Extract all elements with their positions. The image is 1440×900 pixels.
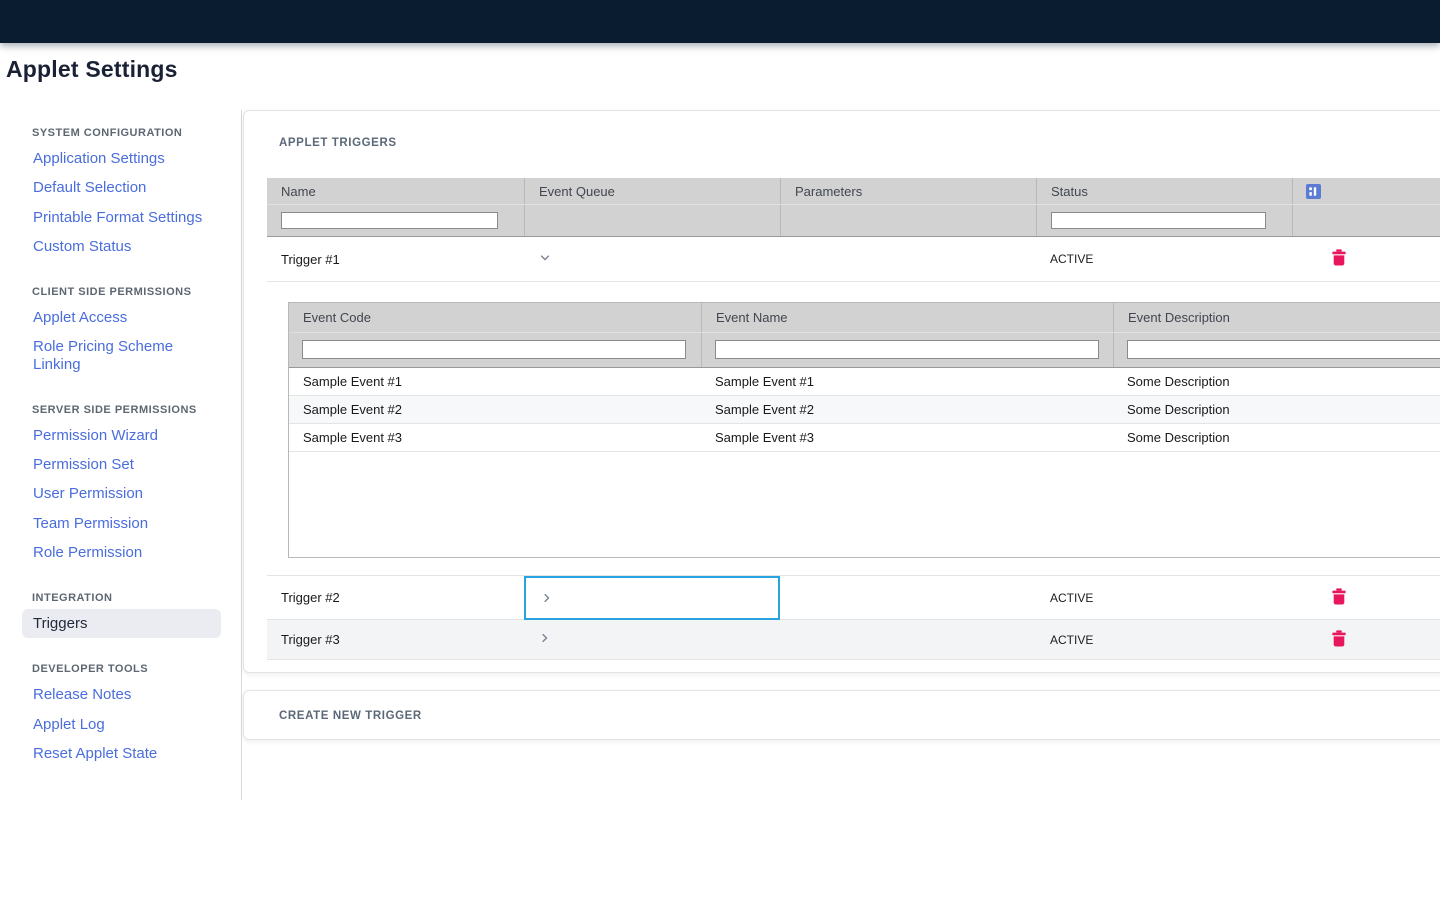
event-description-cell: Some Description xyxy=(1113,374,1440,389)
delete-trigger-button[interactable] xyxy=(1332,249,1346,269)
trigger-queue-cell-focused[interactable] xyxy=(524,576,780,620)
trigger-name-cell: Trigger #1 xyxy=(267,252,524,267)
chevron-right-icon[interactable] xyxy=(540,591,554,605)
sidebar: SYSTEM CONFIGURATION Application Setting… xyxy=(0,110,242,800)
sidebar-item-triggers[interactable]: Triggers xyxy=(22,609,221,638)
chevron-right-icon[interactable] xyxy=(538,631,552,645)
filter-cell-event-queue xyxy=(524,205,780,236)
status-badge: ACTIVE xyxy=(1036,252,1292,266)
table-row-event-1[interactable]: Sample Event #1 Sample Event #1 Some Des… xyxy=(289,368,1440,396)
column-header-event-queue[interactable]: Event Queue xyxy=(524,178,780,204)
name-filter-input[interactable] xyxy=(281,212,498,229)
event-name-cell: Sample Event #3 xyxy=(701,430,1113,445)
table-row-event-3[interactable]: Sample Event #3 Sample Event #3 Some Des… xyxy=(289,424,1440,452)
filter-cell-name xyxy=(267,205,524,236)
trigger-1-detail-region: Event Code Event Name Event Description xyxy=(267,282,1440,576)
triggers-grid-filter-row xyxy=(267,205,1440,237)
sidebar-item-application-settings[interactable]: Application Settings xyxy=(22,144,221,173)
top-nav-bar xyxy=(0,0,1440,43)
event-name-cell: Sample Event #2 xyxy=(701,402,1113,417)
delete-trigger-button[interactable] xyxy=(1332,588,1346,608)
filter-cell-event-name xyxy=(701,333,1113,367)
trigger-actions-cell xyxy=(1292,249,1440,269)
sidebar-section-server-side-permissions: SERVER SIDE PERMISSIONS Permission Wizar… xyxy=(22,404,241,567)
status-badge: ACTIVE xyxy=(1036,591,1292,605)
sidebar-item-applet-log[interactable]: Applet Log xyxy=(22,710,221,739)
delete-trigger-button[interactable] xyxy=(1332,630,1346,650)
triggers-grid: Name Event Queue Parameters Status xyxy=(267,178,1440,660)
column-header-event-code[interactable]: Event Code xyxy=(289,303,701,332)
column-header-actions xyxy=(1292,178,1440,204)
column-header-event-description[interactable]: Event Description xyxy=(1113,303,1440,332)
sidebar-item-reset-applet-state[interactable]: Reset Applet State xyxy=(22,739,221,768)
trash-icon xyxy=(1332,630,1346,650)
sidebar-item-custom-status[interactable]: Custom Status xyxy=(22,232,221,261)
grid-options-icon xyxy=(1306,184,1321,202)
sidebar-section-label: SERVER SIDE PERMISSIONS xyxy=(32,404,241,416)
sidebar-section-developer-tools: DEVELOPER TOOLS Release Notes Applet Log… xyxy=(22,663,241,768)
sidebar-item-user-permission[interactable]: User Permission xyxy=(22,479,221,508)
table-row-event-2[interactable]: Sample Event #2 Sample Event #2 Some Des… xyxy=(289,396,1440,424)
sidebar-section-client-side-permissions: CLIENT SIDE PERMISSIONS Applet Access Ro… xyxy=(22,286,241,379)
sidebar-section-label: DEVELOPER TOOLS xyxy=(32,663,241,675)
filter-cell-status xyxy=(1036,205,1292,236)
event-code-cell: Sample Event #1 xyxy=(289,374,701,389)
event-description-cell: Some Description xyxy=(1113,430,1440,445)
trigger-queue-cell xyxy=(524,631,780,648)
events-grid: Event Code Event Name Event Description xyxy=(288,302,1440,558)
trigger-queue-cell xyxy=(524,251,780,268)
trash-icon xyxy=(1332,588,1346,608)
event-name-filter-input[interactable] xyxy=(715,340,1099,359)
sidebar-section-integration: INTEGRATION Triggers xyxy=(22,592,241,638)
applet-triggers-panel: APPLET TRIGGERS Name Event Queue Paramet… xyxy=(243,110,1440,673)
trigger-name-cell: Trigger #3 xyxy=(267,632,524,647)
event-description-cell: Some Description xyxy=(1113,402,1440,417)
event-code-cell: Sample Event #2 xyxy=(289,402,701,417)
grid-options-button[interactable] xyxy=(1306,184,1321,202)
sidebar-item-default-selection[interactable]: Default Selection xyxy=(22,173,221,202)
create-new-trigger-panel: CREATE NEW TRIGGER xyxy=(243,690,1440,740)
sidebar-item-release-notes[interactable]: Release Notes xyxy=(22,680,221,709)
sidebar-section-label: SYSTEM CONFIGURATION xyxy=(32,127,241,139)
trigger-actions-cell xyxy=(1292,630,1440,650)
column-header-event-name[interactable]: Event Name xyxy=(701,303,1113,332)
event-code-cell: Sample Event #3 xyxy=(289,430,701,445)
column-header-name[interactable]: Name xyxy=(267,178,524,204)
sidebar-item-role-permission[interactable]: Role Permission xyxy=(22,538,221,567)
sidebar-item-printable-format-settings[interactable]: Printable Format Settings xyxy=(22,203,221,232)
status-filter-input[interactable] xyxy=(1051,212,1266,229)
filter-cell-actions xyxy=(1292,205,1440,236)
sidebar-section-label: INTEGRATION xyxy=(32,592,241,604)
sidebar-item-team-permission[interactable]: Team Permission xyxy=(22,509,221,538)
filter-cell-event-description xyxy=(1113,333,1440,367)
sidebar-section-system-configuration: SYSTEM CONFIGURATION Application Setting… xyxy=(22,127,241,261)
trigger-actions-cell xyxy=(1292,588,1440,608)
triggers-grid-header-row: Name Event Queue Parameters Status xyxy=(267,178,1440,205)
trigger-name-cell: Trigger #2 xyxy=(267,590,524,605)
events-grid-filter-row xyxy=(289,333,1440,368)
filter-cell-parameters xyxy=(780,205,1036,236)
page-title: Applet Settings xyxy=(6,56,178,83)
filter-cell-event-code xyxy=(289,333,701,367)
sidebar-item-permission-wizard[interactable]: Permission Wizard xyxy=(22,421,221,450)
table-row-trigger-1[interactable]: Trigger #1 ACTIVE xyxy=(267,237,1440,282)
column-header-status[interactable]: Status xyxy=(1036,178,1292,204)
create-new-trigger-title[interactable]: CREATE NEW TRIGGER xyxy=(279,710,422,722)
sidebar-item-permission-set[interactable]: Permission Set xyxy=(22,450,221,479)
event-description-filter-input[interactable] xyxy=(1127,340,1440,359)
sidebar-section-label: CLIENT SIDE PERMISSIONS xyxy=(32,286,241,298)
sidebar-item-applet-access[interactable]: Applet Access xyxy=(22,303,221,332)
events-grid-header-row: Event Code Event Name Event Description xyxy=(289,303,1440,333)
event-code-filter-input[interactable] xyxy=(302,340,686,359)
table-row-trigger-3[interactable]: Trigger #3 ACTIVE xyxy=(267,620,1440,660)
event-name-cell: Sample Event #1 xyxy=(701,374,1113,389)
chevron-down-icon[interactable] xyxy=(538,251,552,265)
sidebar-item-role-pricing-scheme-linking[interactable]: Role Pricing Scheme Linking xyxy=(22,332,221,379)
table-row-trigger-2[interactable]: Trigger #2 ACTIVE xyxy=(267,576,1440,620)
column-header-parameters[interactable]: Parameters xyxy=(780,178,1036,204)
applet-triggers-panel-title: APPLET TRIGGERS xyxy=(279,137,397,149)
trash-icon xyxy=(1332,249,1346,269)
status-badge: ACTIVE xyxy=(1036,633,1292,647)
